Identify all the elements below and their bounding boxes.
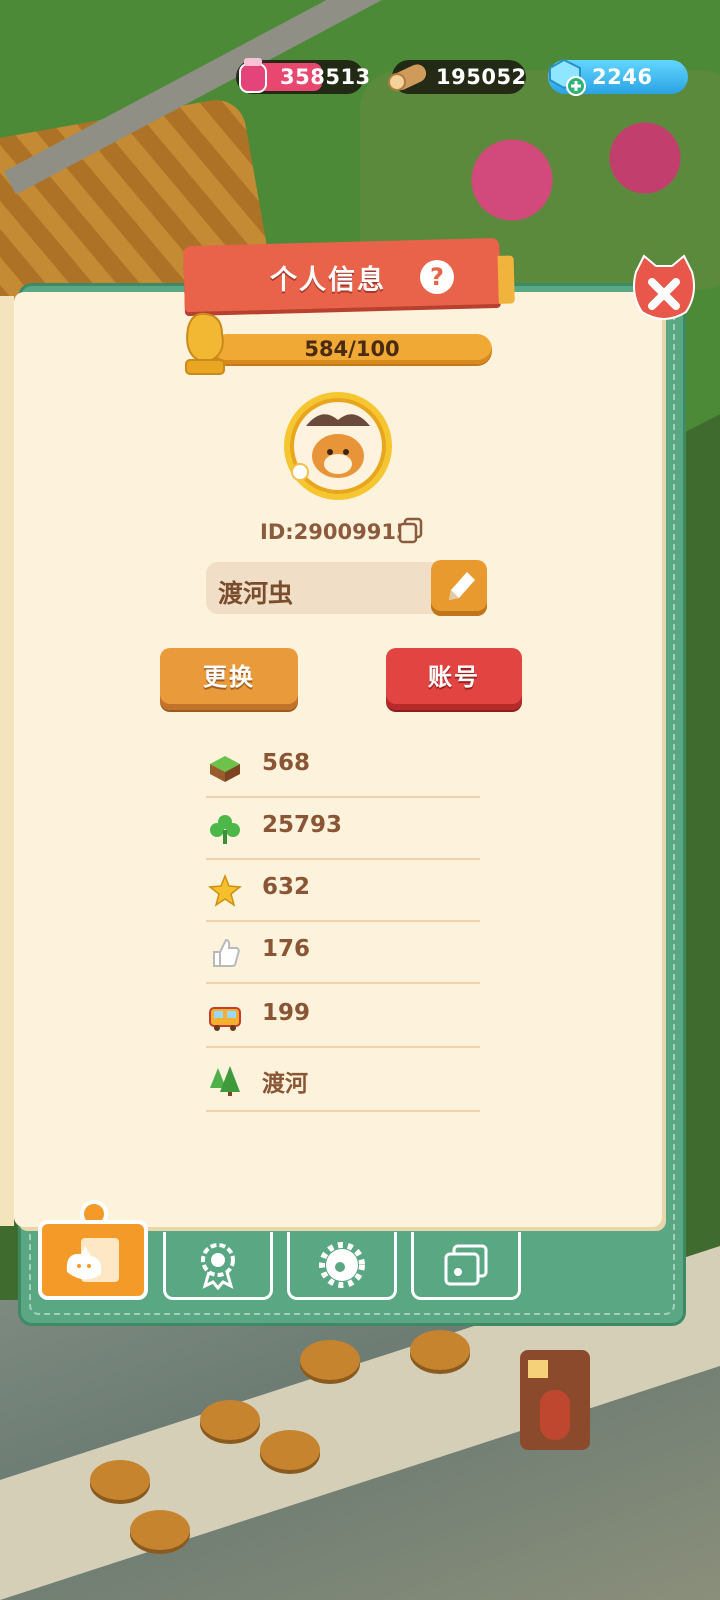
help-button[interactable]: ? — [420, 260, 454, 294]
stat-value: 632 — [262, 874, 311, 900]
treehouse — [520, 1350, 590, 1450]
profile-card-icon — [66, 1238, 119, 1282]
clover-icon — [210, 815, 240, 844]
level-progress-text: 584/100 — [304, 337, 400, 361]
stat-row: 176 — [206, 922, 480, 984]
stat-value: 渡河 — [262, 1071, 308, 1097]
tab-album[interactable] — [411, 1232, 521, 1300]
bush — [410, 1330, 470, 1370]
gem-currency-counter[interactable]: 2246 — [548, 58, 688, 96]
stat-row: 25793 — [206, 798, 480, 860]
stat-row: 199 — [206, 986, 480, 1048]
copy-icon[interactable] — [397, 516, 425, 544]
thumbs-up-icon — [213, 938, 240, 967]
tab-profile[interactable] — [38, 1220, 148, 1300]
wood-currency-counter[interactable]: 195052 — [388, 60, 526, 94]
stat-row: 渡河 — [206, 1050, 480, 1112]
player-name: 渡河虫 — [218, 579, 294, 608]
golden-dog-trophy-icon — [185, 312, 225, 375]
dialog-title: 个人信息 — [270, 265, 386, 296]
stat-value: 176 — [262, 936, 311, 962]
stat-value: 25793 — [262, 812, 343, 838]
player-avatar[interactable] — [282, 390, 394, 502]
photo-album-icon — [444, 1244, 488, 1285]
settings-gear-icon — [319, 1241, 365, 1288]
land-icon — [210, 756, 240, 782]
pink-currency-value: 358513 — [280, 65, 371, 89]
bus-icon — [209, 1007, 241, 1031]
account-button[interactable]: 账号 — [386, 648, 522, 710]
stat-value: 199 — [262, 1000, 311, 1026]
pencil-icon — [449, 572, 475, 600]
bush — [130, 1510, 190, 1550]
badge-icon — [201, 1242, 235, 1290]
bush — [90, 1460, 150, 1500]
stat-row: 632 — [206, 860, 480, 922]
book-spine — [0, 296, 14, 1226]
gem-currency-value: 2246 — [592, 65, 653, 89]
edit-name-button[interactable] — [431, 560, 487, 616]
star-icon — [208, 874, 242, 907]
wood-currency-value: 195052 — [436, 65, 527, 89]
bush — [300, 1340, 360, 1380]
pink-currency-counter[interactable]: 358513 — [236, 58, 370, 94]
stat-value: 568 — [262, 750, 311, 776]
bush — [260, 1430, 320, 1470]
bush — [200, 1400, 260, 1440]
close-button[interactable] — [628, 254, 700, 326]
change-avatar-button[interactable]: 更换 — [160, 648, 298, 710]
tab-badges[interactable] — [163, 1232, 273, 1300]
forest-icon — [210, 1066, 240, 1096]
stat-row: 568 — [206, 736, 480, 798]
tab-settings[interactable] — [287, 1232, 397, 1300]
player-id: ID:29009915 — [260, 520, 411, 544]
